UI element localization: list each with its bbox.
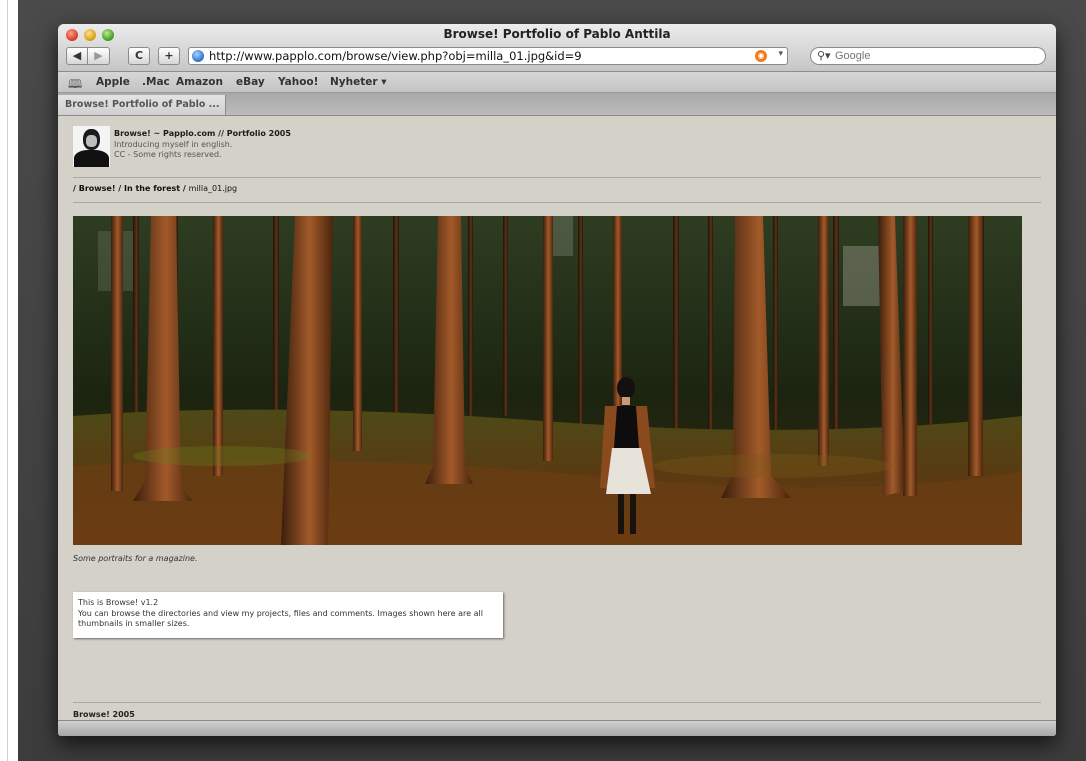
divider [73, 202, 1041, 203]
browser-window: Browse! Portfolio of Pablo Anttila ◀ ▶ C… [58, 24, 1056, 736]
back-button[interactable]: ◀ [66, 47, 88, 65]
divider [73, 702, 1041, 703]
bookmark-mac[interactable]: .Mac [142, 76, 170, 88]
bookmark-apple[interactable]: Apple [96, 76, 130, 88]
bookmark-nyheter-menu[interactable]: Nyheter ▾ [330, 76, 386, 88]
footer-text: Browse! 2005 [73, 710, 135, 719]
search-field[interactable]: ⚲▾ [810, 47, 1046, 65]
breadcrumb-separator: / [182, 184, 186, 193]
forward-button[interactable]: ▶ [88, 47, 110, 65]
status-bar [58, 720, 1056, 736]
forest-scene [73, 216, 1022, 545]
address-url[interactable]: http://www.papplo.com/browse/view.php?ob… [209, 49, 582, 63]
breadcrumb-folder[interactable]: In the forest [124, 184, 180, 193]
search-input[interactable] [835, 48, 1035, 64]
license-text: CC - Some rights reserved. [114, 150, 222, 159]
breadcrumb-file: milla_01.jpg [188, 184, 238, 193]
window-title: Browse! Portfolio of Pablo Anttila [443, 27, 671, 41]
bookmark-amazon[interactable]: Amazon [176, 76, 223, 88]
breadcrumb-root[interactable]: Browse! [79, 184, 116, 193]
info-title: This is Browse! v1.2 [78, 598, 159, 607]
globe-icon [192, 50, 204, 62]
bookmark-yahoo[interactable]: Yahoo! [278, 76, 318, 88]
photo-caption: Some portraits for a magazine. [73, 554, 198, 563]
breadcrumb-separator: / [73, 184, 76, 193]
add-bookmark-button[interactable]: + [158, 47, 180, 65]
info-text: You can browse the directories and view … [78, 609, 483, 628]
browser-toolbar: Browse! Portfolio of Pablo Anttila ◀ ▶ C… [58, 24, 1056, 72]
left-margin [0, 0, 18, 761]
reload-button[interactable]: C [128, 47, 150, 65]
rss-icon[interactable]: ◉ [755, 50, 767, 62]
tab-bar: Browse! Portfolio of Pablo ... [58, 93, 1056, 116]
site-name-link[interactable]: Browse! ~ Papplo.com // Portfolio 2005 [114, 129, 291, 138]
avatar[interactable] [73, 126, 110, 167]
site-tagline: Introducing myself in english. [114, 140, 233, 149]
address-bar[interactable]: http://www.papplo.com/browse/view.php?ob… [188, 47, 788, 65]
breadcrumb-separator: / [118, 184, 122, 193]
tab-browse-portfolio[interactable]: Browse! Portfolio of Pablo ... [58, 95, 226, 115]
chevron-down-icon[interactable]: ▾ [778, 49, 783, 59]
info-box: This is Browse! v1.2 You can browse the … [73, 592, 503, 638]
forest-portrait-photo[interactable] [73, 216, 1022, 545]
bookmark-ebay[interactable]: eBay [236, 76, 265, 88]
tab-label: Browse! Portfolio of Pablo ... [65, 99, 220, 110]
breadcrumb: / Browse! / In the forest / milla_01.jpg [73, 184, 237, 193]
bookmarks-bar: 🕮 Apple .Mac Amazon eBay Yahoo! Nyheter … [58, 72, 1056, 93]
page-content: Browse! ~ Papplo.com // Portfolio 2005 I… [58, 116, 1056, 720]
divider [73, 177, 1041, 178]
search-icon[interactable]: ⚲▾ [817, 49, 831, 62]
